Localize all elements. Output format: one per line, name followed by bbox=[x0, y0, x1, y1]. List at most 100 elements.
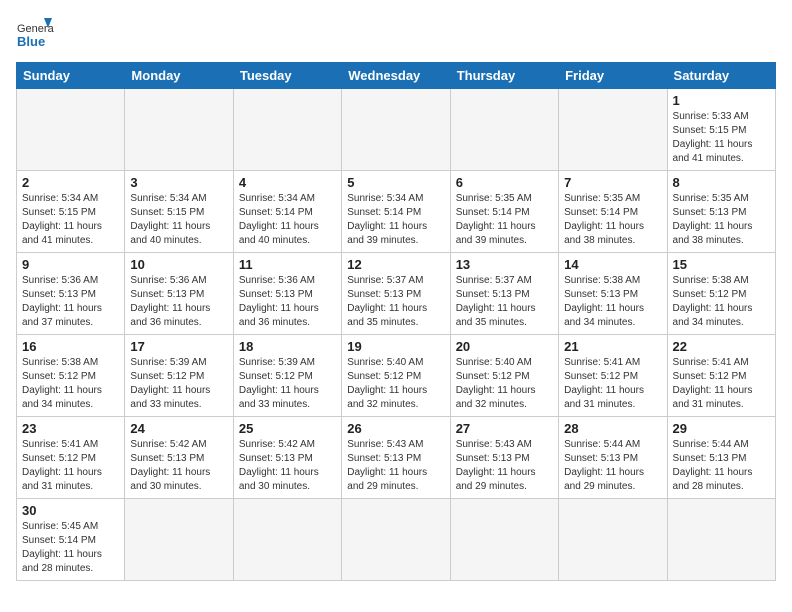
calendar-day-cell bbox=[667, 499, 775, 581]
day-number: 21 bbox=[564, 339, 661, 354]
day-number: 1 bbox=[673, 93, 770, 108]
day-info: Sunrise: 5:36 AM Sunset: 5:13 PM Dayligh… bbox=[239, 274, 336, 330]
calendar-day-cell: 25 Sunrise: 5:42 AM Sunset: 5:13 PM Dayli… bbox=[233, 417, 341, 499]
day-info: Sunrise: 5:42 AM Sunset: 5:13 PM Dayligh… bbox=[130, 438, 227, 494]
calendar-day-cell bbox=[559, 89, 667, 171]
calendar-day-cell: 18 Sunrise: 5:39 AM Sunset: 5:12 PM Dayli… bbox=[233, 335, 341, 417]
day-number: 3 bbox=[130, 175, 227, 190]
calendar-day-cell: 7Sunrise: 5:35 AM Sunset: 5:14 PM Daylig… bbox=[559, 171, 667, 253]
calendar-day-cell: 14 Sunrise: 5:38 AM Sunset: 5:13 PM Dayli… bbox=[559, 253, 667, 335]
calendar-day-cell bbox=[17, 89, 125, 171]
day-number: 27 bbox=[456, 421, 553, 436]
weekday-header: Saturday bbox=[667, 63, 775, 89]
day-info: Sunrise: 5:36 AM Sunset: 5:13 PM Dayligh… bbox=[22, 274, 119, 330]
day-number: 2 bbox=[22, 175, 119, 190]
calendar-day-cell: 1 Sunrise: 5:33 AM Sunset: 5:15 PM Daylig… bbox=[667, 89, 775, 171]
day-info: Sunrise: 5:38 AM Sunset: 5:13 PM Dayligh… bbox=[564, 274, 661, 330]
logo-svg: General Blue bbox=[16, 16, 54, 54]
day-info: Sunrise: 5:37 AM Sunset: 5:13 PM Dayligh… bbox=[347, 274, 444, 330]
day-number: 4 bbox=[239, 175, 336, 190]
day-number: 18 bbox=[239, 339, 336, 354]
calendar-day-cell bbox=[559, 499, 667, 581]
calendar-day-cell: 27Sunrise: 5:43 AM Sunset: 5:13 PM Dayli… bbox=[450, 417, 558, 499]
calendar-week-row: 2 Sunrise: 5:34 AM Sunset: 5:15 PM Daylig… bbox=[17, 171, 776, 253]
day-number: 29 bbox=[673, 421, 770, 436]
day-info: Sunrise: 5:41 AM Sunset: 5:12 PM Dayligh… bbox=[564, 356, 661, 412]
day-info: Sunrise: 5:44 AM Sunset: 5:13 PM Dayligh… bbox=[564, 438, 661, 494]
calendar-day-cell: 23 Sunrise: 5:41 AM Sunset: 5:12 PM Dayli… bbox=[17, 417, 125, 499]
calendar-week-row: 16 Sunrise: 5:38 AM Sunset: 5:12 PM Dayli… bbox=[17, 335, 776, 417]
day-number: 17 bbox=[130, 339, 227, 354]
day-number: 13 bbox=[456, 257, 553, 272]
day-number: 20 bbox=[456, 339, 553, 354]
calendar-week-row: 30 Sunrise: 5:45 AM Sunset: 5:14 PM Dayli… bbox=[17, 499, 776, 581]
day-info: Sunrise: 5:40 AM Sunset: 5:12 PM Dayligh… bbox=[347, 356, 444, 412]
calendar-day-cell: 10Sunrise: 5:36 AM Sunset: 5:13 PM Dayli… bbox=[125, 253, 233, 335]
day-number: 12 bbox=[347, 257, 444, 272]
calendar-day-cell: 26 Sunrise: 5:43 AM Sunset: 5:13 PM Dayli… bbox=[342, 417, 450, 499]
calendar-day-cell bbox=[233, 499, 341, 581]
day-number: 9 bbox=[22, 257, 119, 272]
day-info: Sunrise: 5:39 AM Sunset: 5:12 PM Dayligh… bbox=[239, 356, 336, 412]
day-number: 14 bbox=[564, 257, 661, 272]
day-info: Sunrise: 5:42 AM Sunset: 5:13 PM Dayligh… bbox=[239, 438, 336, 494]
day-info: Sunrise: 5:41 AM Sunset: 5:12 PM Dayligh… bbox=[22, 438, 119, 494]
weekday-header-row: SundayMondayTuesdayWednesdayThursdayFrid… bbox=[17, 63, 776, 89]
day-number: 15 bbox=[673, 257, 770, 272]
day-info: Sunrise: 5:33 AM Sunset: 5:15 PM Dayligh… bbox=[673, 110, 770, 166]
calendar-day-cell: 15 Sunrise: 5:38 AM Sunset: 5:12 PM Dayli… bbox=[667, 253, 775, 335]
day-info: Sunrise: 5:34 AM Sunset: 5:14 PM Dayligh… bbox=[347, 192, 444, 248]
day-info: Sunrise: 5:35 AM Sunset: 5:14 PM Dayligh… bbox=[456, 192, 553, 248]
day-number: 25 bbox=[239, 421, 336, 436]
day-number: 7 bbox=[564, 175, 661, 190]
calendar-day-cell: 30 Sunrise: 5:45 AM Sunset: 5:14 PM Dayli… bbox=[17, 499, 125, 581]
calendar-week-row: 1 Sunrise: 5:33 AM Sunset: 5:15 PM Daylig… bbox=[17, 89, 776, 171]
calendar-day-cell: 12 Sunrise: 5:37 AM Sunset: 5:13 PM Dayli… bbox=[342, 253, 450, 335]
day-number: 28 bbox=[564, 421, 661, 436]
day-info: Sunrise: 5:35 AM Sunset: 5:13 PM Dayligh… bbox=[673, 192, 770, 248]
calendar-week-row: 23 Sunrise: 5:41 AM Sunset: 5:12 PM Dayli… bbox=[17, 417, 776, 499]
calendar: SundayMondayTuesdayWednesdayThursdayFrid… bbox=[16, 62, 776, 581]
day-info: Sunrise: 5:34 AM Sunset: 5:15 PM Dayligh… bbox=[130, 192, 227, 248]
calendar-day-cell: 22Sunrise: 5:41 AM Sunset: 5:12 PM Dayli… bbox=[667, 335, 775, 417]
calendar-day-cell: 2Sunrise: 5:34 AM Sunset: 5:15 PM Daylig… bbox=[17, 171, 125, 253]
calendar-day-cell: 11 Sunrise: 5:36 AM Sunset: 5:13 PM Dayli… bbox=[233, 253, 341, 335]
day-number: 23 bbox=[22, 421, 119, 436]
day-number: 30 bbox=[22, 503, 119, 518]
weekday-header: Thursday bbox=[450, 63, 558, 89]
day-info: Sunrise: 5:43 AM Sunset: 5:13 PM Dayligh… bbox=[347, 438, 444, 494]
day-number: 6 bbox=[456, 175, 553, 190]
day-number: 19 bbox=[347, 339, 444, 354]
day-info: Sunrise: 5:39 AM Sunset: 5:12 PM Dayligh… bbox=[130, 356, 227, 412]
calendar-week-row: 9 Sunrise: 5:36 AM Sunset: 5:13 PM Daylig… bbox=[17, 253, 776, 335]
calendar-day-cell: 8Sunrise: 5:35 AM Sunset: 5:13 PM Daylig… bbox=[667, 171, 775, 253]
calendar-day-cell bbox=[233, 89, 341, 171]
calendar-day-cell: 29Sunrise: 5:44 AM Sunset: 5:13 PM Dayli… bbox=[667, 417, 775, 499]
calendar-day-cell: 6 Sunrise: 5:35 AM Sunset: 5:14 PM Daylig… bbox=[450, 171, 558, 253]
weekday-header: Monday bbox=[125, 63, 233, 89]
day-number: 11 bbox=[239, 257, 336, 272]
svg-text:Blue: Blue bbox=[17, 34, 45, 49]
day-info: Sunrise: 5:40 AM Sunset: 5:12 PM Dayligh… bbox=[456, 356, 553, 412]
calendar-day-cell bbox=[450, 89, 558, 171]
calendar-day-cell: 3 Sunrise: 5:34 AM Sunset: 5:15 PM Daylig… bbox=[125, 171, 233, 253]
day-info: Sunrise: 5:45 AM Sunset: 5:14 PM Dayligh… bbox=[22, 520, 119, 576]
day-number: 26 bbox=[347, 421, 444, 436]
day-info: Sunrise: 5:38 AM Sunset: 5:12 PM Dayligh… bbox=[673, 274, 770, 330]
day-number: 5 bbox=[347, 175, 444, 190]
weekday-header: Tuesday bbox=[233, 63, 341, 89]
calendar-day-cell bbox=[342, 499, 450, 581]
day-info: Sunrise: 5:38 AM Sunset: 5:12 PM Dayligh… bbox=[22, 356, 119, 412]
calendar-day-cell: 19 Sunrise: 5:40 AM Sunset: 5:12 PM Dayli… bbox=[342, 335, 450, 417]
day-number: 22 bbox=[673, 339, 770, 354]
calendar-day-cell: 20 Sunrise: 5:40 AM Sunset: 5:12 PM Dayli… bbox=[450, 335, 558, 417]
calendar-day-cell: 24Sunrise: 5:42 AM Sunset: 5:13 PM Dayli… bbox=[125, 417, 233, 499]
calendar-day-cell bbox=[125, 89, 233, 171]
calendar-day-cell: 28 Sunrise: 5:44 AM Sunset: 5:13 PM Dayli… bbox=[559, 417, 667, 499]
weekday-header: Sunday bbox=[17, 63, 125, 89]
calendar-day-cell: 21 Sunrise: 5:41 AM Sunset: 5:12 PM Dayli… bbox=[559, 335, 667, 417]
calendar-day-cell: 16 Sunrise: 5:38 AM Sunset: 5:12 PM Dayli… bbox=[17, 335, 125, 417]
day-number: 16 bbox=[22, 339, 119, 354]
header: General Blue bbox=[16, 16, 776, 54]
calendar-day-cell: 17 Sunrise: 5:39 AM Sunset: 5:12 PM Dayli… bbox=[125, 335, 233, 417]
